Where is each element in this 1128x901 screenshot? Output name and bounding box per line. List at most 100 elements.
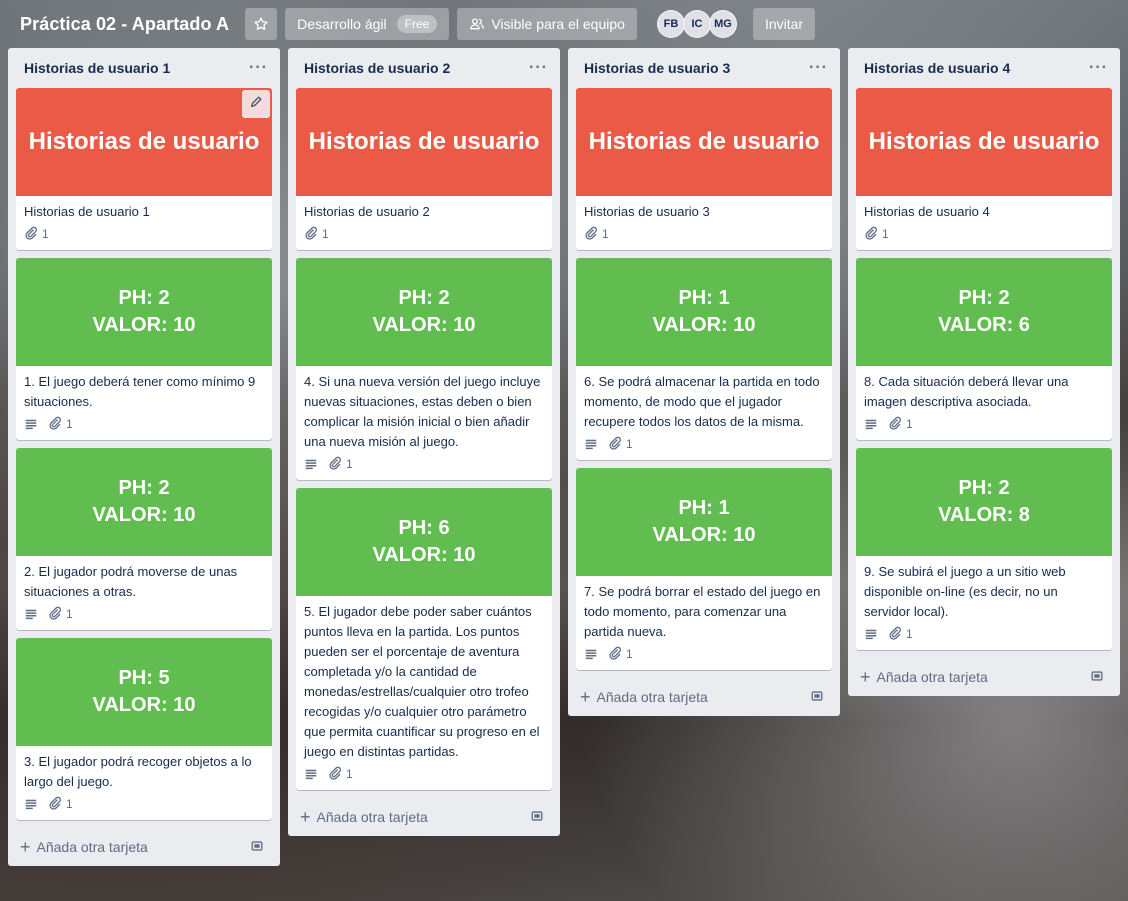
add-card-button[interactable]: + Añada otra tarjeta [576,678,832,716]
card-cover: Historias de usuario [856,88,1112,196]
card-body: 3. El jugador podrá recoger objetos a lo… [16,746,272,820]
add-card-text: Añada otra tarjeta [316,809,428,825]
list-header: Historias de usuario 4 ··· [856,48,1112,88]
card[interactable]: Historias de usuario Historias de usuario… [16,88,272,250]
more-icon[interactable]: ··· [1089,59,1112,77]
card-badges: 1 [304,452,544,476]
more-icon[interactable]: ··· [249,59,272,77]
card-badges: 1 [24,792,264,816]
attachment-count: 1 [42,227,49,241]
card-cover: PH: 2 VALOR: 8 [856,448,1112,556]
card-body: 1. El juego deberá tener como mínimo 9 s… [16,366,272,440]
paperclip-icon [608,436,622,453]
attachment-count: 1 [906,417,913,431]
add-card-button[interactable]: + Añada otra tarjeta [856,658,1112,696]
card-body: 8. Cada situación deberá llevar una imag… [856,366,1112,440]
card[interactable]: Historias de usuario Historias de usuario… [296,88,552,250]
card[interactable]: PH: 2 VALOR: 10 2. El jugador podrá movers… [16,448,272,630]
avatar[interactable]: IC [682,10,711,38]
cover-text: Historias de usuario [28,128,260,155]
plus-icon: + [860,667,871,687]
cover-text: VALOR: 10 [92,314,196,336]
description-icon [24,607,38,621]
description-icon [304,457,318,471]
paperclip-icon [48,416,62,433]
card[interactable]: PH: 2 VALOR: 6 8. Cada situación deberá ll… [856,258,1112,440]
template-icon[interactable] [1090,669,1104,686]
attachment-badge: 1 [304,226,329,243]
add-card-button[interactable]: + Añada otra tarjeta [296,798,552,836]
description-icon [584,437,598,451]
card[interactable]: Historias de usuario Historias de usuario… [576,88,832,250]
board-title[interactable]: Práctica 02 - Apartado A [12,14,237,35]
add-card-label: + Añada otra tarjeta [860,668,988,686]
card-badges: 1 [304,222,544,246]
avatar[interactable]: FB [656,10,685,38]
list-column: Historias de usuario 2 ··· Historias de us… [288,48,560,836]
card-title: 1. El juego deberá tener como mínimo 9 s… [24,374,256,409]
star-button[interactable] [245,8,278,40]
add-card-label: + Añada otra tarjeta [580,688,708,706]
workspace-button[interactable]: Desarrollo ágil Free [285,8,450,40]
template-icon[interactable] [530,809,544,826]
cover-text: VALOR: 10 [652,314,756,336]
more-icon[interactable]: ··· [529,59,552,77]
avatar[interactable]: MG [708,10,737,38]
edit-card-button[interactable] [242,90,270,118]
card[interactable]: PH: 5 VALOR: 10 3. El jugador podrá recoge… [16,638,272,820]
cover-text: PH: 2 [118,287,170,309]
list-title[interactable]: Historias de usuario 4 [856,60,1010,76]
card[interactable]: Historias de usuario Historias de usuario… [856,88,1112,250]
paperclip-icon [24,226,38,243]
list-header: Historias de usuario 1 ··· [16,48,272,88]
attachment-count: 1 [602,227,609,241]
card-body: 5. El jugador debe poder saber cuántos p… [296,596,552,790]
card[interactable]: PH: 1 VALOR: 10 7. Se podrá borrar el esta… [576,468,832,670]
visibility-button[interactable]: Visible para el equipo [457,8,637,40]
add-card-text: Añada otra tarjeta [876,669,988,685]
list-title[interactable]: Historias de usuario 2 [296,60,450,76]
more-icon[interactable]: ··· [809,59,832,77]
card-title: Historias de usuario 1 [24,204,150,219]
description-icon [584,647,598,661]
card-badges: 1 [864,222,1104,246]
attachment-badge: 1 [24,226,49,243]
card[interactable]: PH: 2 VALOR: 8 9. Se subirá el juego a un … [856,448,1112,650]
attachment-badge: 1 [608,646,633,663]
visibility-label: Visible para el equipo [491,16,625,32]
board-header: Práctica 02 - Apartado A Desarrollo ágil… [0,0,1128,48]
card-cover: PH: 2 VALOR: 10 [16,448,272,556]
attachment-count: 1 [882,227,889,241]
attachment-badge: 1 [864,226,889,243]
card-cover: Historias de usuario [16,88,272,196]
attachment-count: 1 [626,437,633,451]
attachment-count: 1 [346,457,353,471]
cover-text: PH: 6 [398,517,450,539]
list-column: Historias de usuario 1 ··· Historias de us… [8,48,280,866]
template-icon[interactable] [250,839,264,856]
paperclip-icon [48,606,62,623]
add-card-button[interactable]: + Añada otra tarjeta [16,828,272,866]
card-body: 6. Se podrá almacenar la partida en todo… [576,366,832,460]
invite-button[interactable]: Invitar [752,8,816,40]
card[interactable]: PH: 6 VALOR: 10 5. El jugador debe poder s… [296,488,552,790]
card-title: 9. Se subirá el juego a un sitio web dis… [864,564,1066,619]
paperclip-icon [584,226,598,243]
template-icon[interactable] [810,689,824,706]
cover-text: Historias de usuario [308,128,540,155]
card[interactable]: PH: 2 VALOR: 10 4. Si una nueva versión de… [296,258,552,480]
attachment-badge: 1 [888,626,913,643]
card-body: 7. Se podrá borrar el estado del juego e… [576,576,832,670]
card-cover: Historias de usuario [296,88,552,196]
attachment-count: 1 [66,417,73,431]
list-title[interactable]: Historias de usuario 1 [16,60,170,76]
card[interactable]: PH: 1 VALOR: 10 6. Se podrá almacenar la p… [576,258,832,460]
cover-text: PH: 1 [678,287,730,309]
card-body: Historias de usuario 3 1 [576,196,832,250]
list-title[interactable]: Historias de usuario 3 [576,60,730,76]
list-column: Historias de usuario 3 ··· Historias de us… [568,48,840,716]
card-title: Historias de usuario 4 [864,204,990,219]
attachment-badge: 1 [328,456,353,473]
card[interactable]: PH: 2 VALOR: 10 1. El juego deberá tener c… [16,258,272,440]
plan-badge: Free [396,15,438,33]
